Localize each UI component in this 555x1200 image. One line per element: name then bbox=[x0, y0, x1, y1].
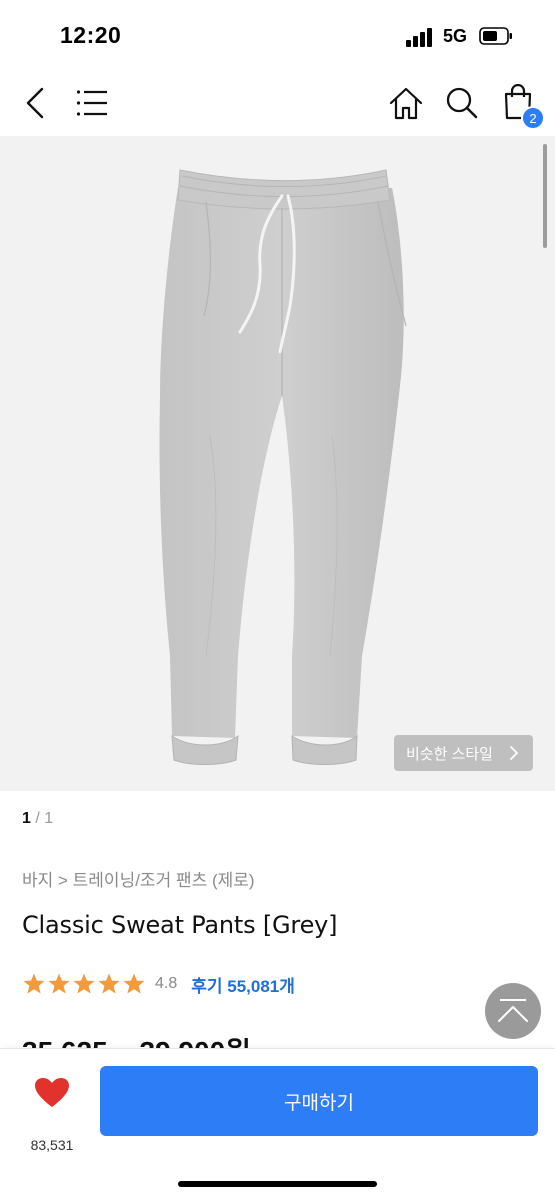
product-image[interactable]: 비슷한 스타일 bbox=[0, 136, 555, 791]
image-counter: 1 / 1 bbox=[22, 810, 53, 828]
image-scroll-indicator bbox=[543, 144, 547, 248]
image-counter-current: 1 bbox=[22, 810, 31, 827]
chevron-right-icon bbox=[510, 746, 518, 760]
rating-stars bbox=[22, 972, 147, 996]
breadcrumb[interactable]: 바지 > 트레이닝/조거 팬츠 (제로) bbox=[22, 866, 255, 891]
price-range: 35,625 ~ 39,900원 bbox=[22, 1038, 251, 1048]
buy-button[interactable]: 구매하기 bbox=[100, 1066, 538, 1136]
cart-button[interactable]: 2 bbox=[503, 82, 547, 130]
like-button[interactable]: 83,531 bbox=[22, 1073, 82, 1153]
battery-icon bbox=[479, 27, 512, 45]
star-icon bbox=[123, 973, 145, 994]
star-icon bbox=[23, 973, 45, 994]
home-indicator bbox=[178, 1181, 377, 1187]
like-count: 83,531 bbox=[30, 1137, 74, 1153]
cart-count-badge: 2 bbox=[521, 106, 545, 130]
status-time: 12:20 bbox=[60, 22, 122, 48]
bottom-action-bar: 83,531 구매하기 bbox=[0, 1048, 555, 1200]
product-title: Classic Sweat Pants [Grey] bbox=[22, 911, 338, 939]
scroll-top-button[interactable] bbox=[485, 983, 541, 1039]
menu-icon[interactable] bbox=[76, 89, 108, 117]
similar-style-label: 비슷한 스타일 bbox=[406, 745, 493, 763]
status-bar: 12:20 5G bbox=[0, 0, 555, 72]
image-counter-separator: / bbox=[30, 810, 45, 827]
review-link[interactable]: 후기 55,081개 bbox=[191, 972, 295, 997]
scroll-top-icon bbox=[498, 999, 528, 1022]
star-icon bbox=[98, 973, 120, 994]
similar-style-button[interactable]: 비슷한 스타일 bbox=[394, 735, 533, 771]
rating-row: 4.8 후기 55,081개 bbox=[22, 970, 295, 998]
search-icon[interactable] bbox=[445, 86, 479, 120]
image-counter-total: 1 bbox=[44, 810, 54, 827]
heart-icon bbox=[35, 1078, 69, 1107]
star-icon bbox=[73, 973, 95, 994]
pants-illustration bbox=[159, 169, 407, 765]
home-icon[interactable] bbox=[388, 85, 424, 121]
network-label: 5G bbox=[443, 26, 468, 46]
star-icon bbox=[48, 973, 70, 994]
signal-icon bbox=[406, 27, 436, 47]
rating-value: 4.8 bbox=[155, 975, 178, 992]
back-icon[interactable] bbox=[22, 86, 48, 120]
top-navigation: 2 bbox=[0, 72, 555, 136]
